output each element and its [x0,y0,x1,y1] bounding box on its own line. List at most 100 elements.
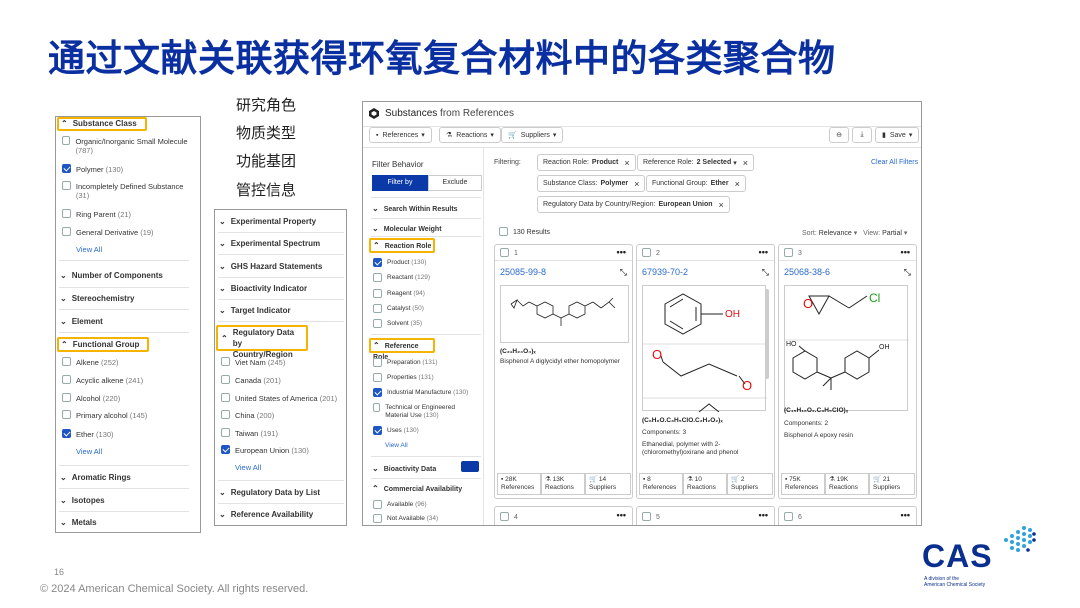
close-icon[interactable]: × [634,179,639,189]
checkbox[interactable] [373,373,382,382]
cas-number-link[interactable]: 25068-38-6 [784,267,830,277]
structure-image[interactable] [500,285,629,343]
references-count[interactable]: ▪ 8 References [639,473,683,495]
collapsed-filter[interactable]: ⌄ GHS Hazard Statements [219,262,322,272]
save-dropdown[interactable]: ▮ Save ▾ [875,127,920,143]
references-dropdown[interactable]: ▪ References ▾ [369,127,432,143]
checkbox[interactable] [221,410,230,419]
result-card[interactable]: 2 ••• 67939-70-2 ⤡ OH O O (C₆H₆O.C₃H₅ClO… [636,244,775,499]
checkbox-checked[interactable] [62,164,71,173]
close-icon[interactable]: × [743,158,748,168]
expand-icon[interactable]: ⤡ [904,267,911,278]
checkbox[interactable] [642,248,651,257]
collapsed-filter[interactable]: ⌄ Aromatic Rings [60,473,131,483]
filter-option[interactable]: Product (130) [373,258,426,268]
sort-view-controls[interactable]: Sort: Relevance ▾ View: Partial ▾ [802,229,907,237]
checkbox[interactable] [62,375,71,384]
collapsed-filter[interactable]: ⌄ Number of Components [60,271,163,281]
filter-option[interactable]: European Union (130) [221,445,346,455]
close-icon[interactable]: × [735,179,740,189]
checkbox[interactable] [500,248,509,257]
filter-chip[interactable]: Reaction Role: Product × [537,154,636,171]
collapsed-filter[interactable]: ⌄ Regulatory Data by List [219,488,320,498]
checkbox[interactable] [62,181,71,190]
more-options-icon[interactable]: ••• [901,247,910,257]
checkbox[interactable] [373,304,382,313]
scrollbar[interactable] [765,289,769,379]
filter-option[interactable]: Uses (130) [373,426,419,436]
checkbox[interactable] [500,512,509,521]
close-icon[interactable]: × [624,158,629,168]
collapsed-filter[interactable]: ⌄ Bioactivity Indicator [219,284,307,294]
filter-option[interactable]: Ring Parent (21) [62,209,197,219]
filter-option[interactable]: Solvent (35) [373,319,422,329]
reactions-count[interactable]: ⚗ 13K Reactions [541,473,585,495]
close-icon[interactable]: × [719,200,724,210]
checkbox[interactable] [373,514,382,523]
checkbox[interactable] [642,512,651,521]
collapsed-filter[interactable]: ⌄ Metals [60,518,97,528]
filter-option[interactable]: Incompletely Defined Substance (31) [62,181,197,201]
structure-image[interactable]: OH O O [642,285,767,413]
checkbox[interactable] [221,357,230,366]
more-options-icon[interactable]: ••• [617,247,626,257]
checkbox-checked[interactable] [373,388,382,397]
view-all-link[interactable]: View All [76,245,102,254]
expand-icon[interactable]: ⤡ [762,267,769,278]
filter-option[interactable]: Available (96) [373,500,427,510]
filter-option[interactable]: Alcohol (220) [62,393,197,403]
filter-option[interactable]: Not Available (34) [373,514,438,524]
checkbox[interactable] [62,209,71,218]
references-count[interactable]: ▪ 28K References [497,473,541,495]
clear-all-filters-link[interactable]: Clear All Filters [871,159,918,166]
cas-number-link[interactable]: 25085-99-8 [500,267,546,277]
result-card[interactable]: 6 ••• [778,506,917,525]
checkbox[interactable] [62,410,71,419]
collapsed-filter[interactable]: ⌄ Experimental Spectrum [219,239,320,249]
select-all-checkbox[interactable] [499,227,508,236]
filter-option[interactable]: China (200) [221,410,346,420]
filter-option[interactable]: Primary alcohol (145) [62,410,197,420]
reference-role-header[interactable]: ⌃Reference Role [369,338,435,361]
reactions-count[interactable]: ⚗ 19K Reactions [825,473,869,495]
more-options-icon[interactable]: ••• [759,510,768,520]
view-all-link[interactable]: View All [235,463,261,472]
reactions-dropdown[interactable]: ⚗ Reactions ▾ [439,127,501,143]
filter-option[interactable]: Technical or Engineered Material Use (13… [373,403,478,420]
reactions-count[interactable]: ⚗ 10 Reactions [683,473,727,495]
expand-icon[interactable]: ⤡ [620,267,627,278]
filter-option[interactable]: Preparation (131) [373,358,438,368]
filter-option[interactable]: Reactant (129) [373,273,430,283]
checkbox[interactable] [221,375,230,384]
checkbox[interactable] [784,248,793,257]
view-all-link[interactable]: View All [385,442,408,450]
filter-option[interactable]: Polymer (130) [62,164,197,174]
filter-by-button[interactable]: Filter by [372,175,428,191]
commercial-availability-header[interactable]: ⌃ Commercial Availability [372,484,462,495]
checkbox-checked[interactable] [221,445,230,454]
exclude-button[interactable]: Exclude [428,175,482,191]
result-card[interactable]: 1 ••• 25085-99-8 ⤡ (C₂₁H₂₄O₄)ₓ Bisphenol… [494,244,633,499]
checkbox-checked[interactable] [373,426,382,435]
result-card[interactable]: 4 ••• [494,506,633,525]
filter-option[interactable]: Catalyst (50) [373,304,424,314]
checkbox[interactable] [62,393,71,402]
checkbox[interactable] [784,512,793,521]
collapsed-filter[interactable]: ⌄ Stereochemistry [60,294,134,304]
bioactivity-filter[interactable]: ⌄ Bioactivity Data [372,464,436,475]
checkbox[interactable] [62,227,71,236]
collapsed-filter[interactable]: ⌄ Isotopes [60,496,105,506]
more-options-icon[interactable]: ••• [617,510,626,520]
checkbox[interactable] [373,403,381,412]
collapsed-filter[interactable]: ⌄ Target Indicator [219,306,291,316]
filter-option[interactable]: Reagent (94) [373,289,425,299]
suppliers-dropdown[interactable]: 🛒 Suppliers ▾ [501,127,564,143]
result-card[interactable]: 3 ••• 25068-38-6 ⤡ O Cl HO OH (C₁₅H₁₆O₂.… [778,244,917,499]
checkbox[interactable] [221,393,230,402]
collapsed-filter[interactable]: ⌄ Experimental Property [219,217,316,227]
functional-group-header[interactable]: ⌃ Functional Group [57,337,149,352]
filter-option[interactable]: Alkene (252) [62,357,197,367]
regulatory-header[interactable]: ⌃ Regulatory Data by Country/Region [216,325,308,359]
checkbox[interactable] [221,428,230,437]
filter-option[interactable]: United States of America (201) [221,393,348,403]
